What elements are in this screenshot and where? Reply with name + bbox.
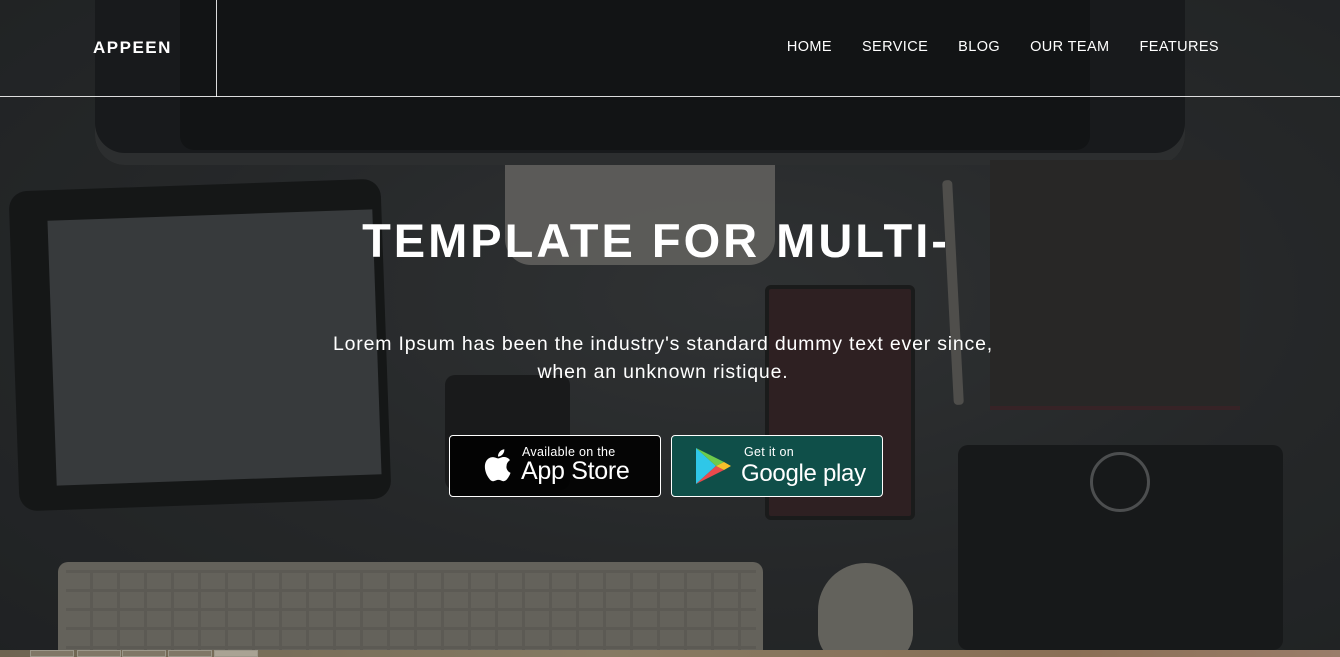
- google-play-icon: [694, 446, 732, 491]
- google-play-big-label: Google play: [741, 460, 866, 487]
- site-logo[interactable]: APPEEN: [93, 38, 172, 58]
- nav-item-blog[interactable]: BLOG: [958, 39, 1000, 55]
- hero-subtitle: Lorem Ipsum has been the industry's stan…: [300, 330, 1026, 386]
- site-header: APPEEN HOME SERVICE BLOG OUR TEAM FEATUR…: [0, 0, 1340, 97]
- nav-item-our-team[interactable]: OUR TEAM: [1030, 39, 1109, 55]
- app-store-big-label: App Store: [521, 457, 630, 485]
- thumbnail-strip-item: [168, 650, 212, 657]
- main-nav: HOME SERVICE BLOG OUR TEAM FEATURES: [787, 39, 1219, 55]
- google-play-button[interactable]: Get it on Google play: [671, 435, 883, 497]
- hero-title: TEMPLATE FOR MULTI-: [362, 214, 950, 267]
- thumbnail-strip-item: [122, 650, 166, 657]
- background-overlay: [0, 0, 1340, 657]
- apple-icon: [482, 448, 512, 487]
- hero-subtitle-line-2: when an unknown ristique.: [537, 361, 789, 383]
- logo-divider: [216, 0, 217, 97]
- nav-item-service[interactable]: SERVICE: [862, 39, 928, 55]
- hero-subtitle-line-1: Lorem Ipsum has been the industry's stan…: [333, 333, 993, 355]
- nav-item-home[interactable]: HOME: [787, 39, 832, 55]
- hero-background-image: [0, 0, 1340, 657]
- thumbnail-strip-item: [77, 650, 121, 657]
- google-play-small-label: Get it on: [744, 445, 794, 459]
- app-store-button[interactable]: Available on the App Store: [449, 435, 661, 497]
- thumbnail-strip-item: [214, 650, 258, 657]
- nav-item-features[interactable]: FEATURES: [1140, 39, 1219, 55]
- thumbnail-strip-item: [30, 650, 74, 657]
